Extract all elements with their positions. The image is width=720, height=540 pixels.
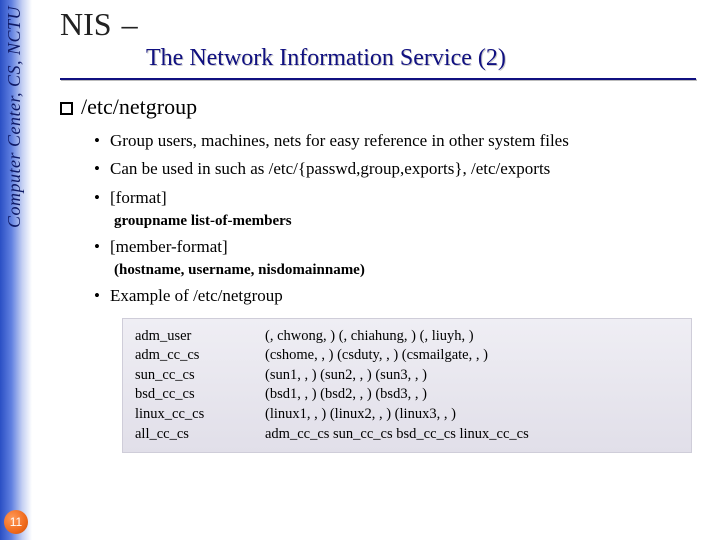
section-heading-text: /etc/netgroup [81,94,197,120]
title-main: NIS [60,6,112,43]
example-name: sun_cc_cs [135,366,265,386]
bullet-item: Group users, machines, nets for easy ref… [94,128,708,154]
table-row: bsd_cc_cs (bsd1, , ) (bsd2, , ) (bsd3, ,… [135,385,679,405]
sub-line: (hostname, username, nisdomainname) [114,262,708,279]
table-row: sun_cc_cs (sun1, , ) (sun2, , ) (sun3, ,… [135,366,679,386]
example-value: (bsd1, , ) (bsd2, , ) (bsd3, , ) [265,385,679,405]
divider [60,78,696,80]
example-value: adm_cc_cs sun_cc_cs bsd_cc_cs linux_cc_c… [265,425,679,445]
checkbox-bullet-icon [60,102,73,115]
example-name: adm_user [135,327,265,347]
table-row: all_cc_cs adm_cc_cs sun_cc_cs bsd_cc_cs … [135,425,679,445]
example-name: linux_cc_cs [135,405,265,425]
bullet-item: Can be used in such as /etc/{passwd,grou… [94,156,708,182]
sub-line: groupname list-of-members [114,213,708,230]
table-row: linux_cc_cs (linux1, , ) (linux2, , ) (l… [135,405,679,425]
sidebar-gradient: Computer Center, CS, NCTU [0,0,32,540]
table-row: adm_cc_cs (cshome, , ) (csduty, , ) (csm… [135,346,679,366]
sidebar-label: Computer Center, CS, NCTU [4,6,25,228]
page-number-badge: 11 [4,510,28,534]
bullet-item: Example of /etc/netgroup [94,283,708,309]
subtitle: The Network Information Service (2) [146,45,708,72]
bullet-item: [member-format] [94,234,708,260]
example-box: adm_user (, chwong, ) (, chiahung, ) (, … [122,318,692,453]
example-value: (cshome, , ) (csduty, , ) (csmailgate, ,… [265,346,679,366]
example-name: adm_cc_cs [135,346,265,366]
title-line: NIS – [60,6,708,43]
bullet-list: [member-format] [94,234,708,260]
bullet-list: Group users, machines, nets for easy ref… [94,128,708,211]
example-value: (linux1, , ) (linux2, , ) (linux3, , ) [265,405,679,425]
bullet-list: Example of /etc/netgroup [94,283,708,309]
example-value: (, chwong, ) (, chiahung, ) (, liuyh, ) [265,327,679,347]
bullet-item: [format] [94,185,708,211]
example-value: (sun1, , ) (sun2, , ) (sun3, , ) [265,366,679,386]
title-dash: – [122,6,138,43]
section-heading: /etc/netgroup [60,94,708,120]
table-row: adm_user (, chwong, ) (, chiahung, ) (, … [135,327,679,347]
slide-content: NIS – The Network Information Service (2… [60,6,708,453]
example-name: bsd_cc_cs [135,385,265,405]
example-name: all_cc_cs [135,425,265,445]
